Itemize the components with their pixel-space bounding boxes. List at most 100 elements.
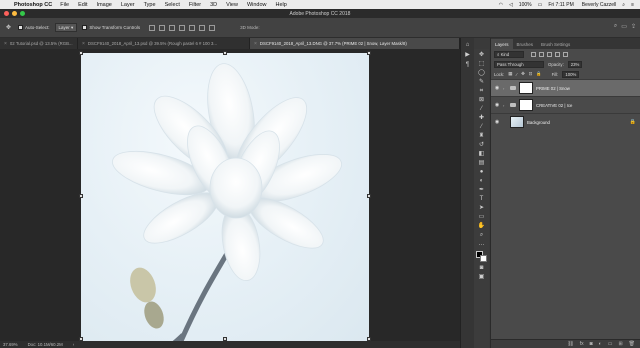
user-name[interactable]: Beverly Cazzell [582, 2, 616, 8]
crop-tool-icon[interactable]: ⌗ [477, 87, 486, 94]
more-tools-icon[interactable]: … [477, 240, 486, 247]
canvas-area[interactable] [0, 49, 460, 341]
layer-row[interactable]: ◉ › CREATIVE 02 | Ice [491, 96, 640, 113]
doc-tab[interactable]: × 02 Tutorial.psd @ 13.5% (RGB... [0, 38, 78, 49]
zoom-tool-icon[interactable]: ⌕ [477, 231, 486, 238]
layer-row[interactable]: ◉ Background 🔒 [491, 113, 640, 130]
wifi-icon[interactable]: ◠ [499, 2, 503, 8]
menu-help[interactable]: Help [276, 2, 287, 8]
new-layer-icon[interactable]: ⊞ [618, 341, 622, 347]
menu-type[interactable]: Type [144, 2, 156, 8]
align-right-icon[interactable] [199, 24, 206, 31]
battery-percent[interactable]: 100% [519, 2, 532, 8]
volume-icon[interactable]: ◁ [509, 2, 513, 8]
clone-stamp-tool-icon[interactable]: ♜ [477, 132, 486, 139]
align-top-icon[interactable] [149, 24, 156, 31]
visibility-eye-icon[interactable]: ◉ [494, 102, 500, 108]
type-tool-icon[interactable]: T [477, 195, 486, 202]
rectangle-tool-icon[interactable]: ▭ [477, 213, 486, 220]
battery-icon[interactable]: ▭ [538, 2, 543, 8]
tab-brushes[interactable]: Brushes [513, 39, 538, 49]
menu-3d[interactable]: 3D [210, 2, 217, 8]
close-tab-icon[interactable]: × [4, 41, 7, 47]
filter-shape-icon[interactable] [555, 51, 560, 57]
menu-window[interactable]: Window [247, 2, 267, 8]
background-color-swatch[interactable] [480, 255, 487, 262]
layer-mask-thumbnail[interactable] [519, 82, 533, 94]
menu-image[interactable]: Image [97, 2, 112, 8]
align-bottom-icon[interactable] [169, 24, 176, 31]
layer-thumbnail[interactable] [510, 116, 524, 128]
lock-artboard-icon[interactable]: ⊡ [529, 71, 533, 77]
clock[interactable]: Fri 7:11 PM [548, 2, 573, 8]
opacity-input[interactable]: 23% [567, 60, 583, 68]
transform-controls-checkbox[interactable]: Show Transform Controls [82, 25, 140, 30]
menu-view[interactable]: View [226, 2, 238, 8]
eraser-tool-icon[interactable]: ◧ [477, 150, 486, 157]
move-tool-icon[interactable]: ✥ [477, 51, 486, 58]
workspace-icon[interactable]: ▭ [621, 23, 627, 30]
new-group-icon[interactable]: ▭ [608, 341, 613, 347]
layer-name[interactable]: Background [527, 120, 550, 125]
document-image[interactable] [81, 53, 369, 341]
history-icon[interactable]: ⌂ [463, 41, 472, 48]
menu-layer[interactable]: Layer [121, 2, 135, 8]
lock-position-icon[interactable]: ✥ [521, 71, 525, 77]
screen-mode-icon[interactable]: ▣ [477, 273, 486, 280]
align-center-icon[interactable] [189, 24, 196, 31]
doc-tab-active[interactable]: × DSCF9140_2018_April_13.DNG @ 37.7% (PR… [250, 38, 460, 49]
auto-select-checkbox[interactable]: Auto-Select: [18, 25, 50, 30]
doc-tab[interactable]: × DSCF9140_2018_April_13.psd @ 39.5% (Ro… [78, 38, 250, 49]
align-left-icon[interactable] [179, 24, 186, 31]
lasso-tool-icon[interactable]: ◯ [477, 69, 486, 76]
link-layers-icon[interactable]: ⛓ [567, 341, 573, 347]
search-icon[interactable]: ⌕ [614, 23, 617, 30]
layer-name[interactable]: CREATIVE 02 | Ice [536, 103, 572, 108]
fill-input[interactable]: 100% [562, 70, 580, 78]
marquee-tool-icon[interactable]: ⬚ [477, 60, 486, 67]
menu-filter[interactable]: Filter [189, 2, 201, 8]
lock-pixels-icon[interactable]: ▦ [508, 71, 512, 77]
path-select-tool-icon[interactable]: ➤ [477, 204, 486, 211]
eyedropper-tool-icon[interactable]: ⁄ [477, 105, 486, 112]
layer-mask-thumbnail[interactable] [519, 99, 533, 111]
filter-pixel-icon[interactable] [531, 51, 536, 57]
menu-edit[interactable]: Edit [78, 2, 87, 8]
healing-tool-icon[interactable]: ✚ [477, 114, 486, 121]
close-tab-icon[interactable]: × [82, 41, 85, 47]
visibility-eye-icon[interactable]: ◉ [494, 119, 500, 125]
transform-handle[interactable] [79, 194, 83, 198]
close-window-icon[interactable] [4, 11, 9, 16]
move-tool-icon[interactable]: ✥ [4, 24, 13, 31]
adjustment-layer-icon[interactable]: ◐ [599, 341, 602, 347]
add-mask-icon[interactable]: ◙ [590, 341, 593, 347]
blur-tool-icon[interactable]: ● [477, 168, 486, 175]
brush-tool-icon[interactable]: ⁄ [477, 123, 486, 130]
frame-tool-icon[interactable]: ⊠ [477, 96, 486, 103]
blend-mode-dropdown[interactable]: Pass Through [494, 60, 544, 68]
chevron-right-icon[interactable]: › [503, 86, 507, 91]
transform-handle[interactable] [367, 194, 371, 198]
delete-layer-icon[interactable]: 🗑 [629, 341, 635, 347]
share-icon[interactable]: ⇪ [631, 23, 636, 30]
filter-kind-dropdown[interactable]: ⌕ Kind [494, 50, 524, 58]
tab-brush-settings[interactable]: Brush Settings [537, 39, 574, 49]
notification-icon[interactable]: ≡ [631, 2, 634, 8]
filter-type-icon[interactable] [547, 51, 552, 57]
tab-layers[interactable]: Layers [491, 39, 513, 49]
quick-mask-icon[interactable]: ◙ [477, 264, 486, 271]
transform-handle[interactable] [367, 51, 371, 55]
auto-select-dropdown[interactable]: Layer ▾ [54, 23, 78, 32]
layer-name[interactable]: PRIME 02 | Snow [536, 86, 570, 91]
app-menu[interactable]: Photoshop CC [14, 2, 52, 8]
align-middle-icon[interactable] [159, 24, 166, 31]
dodge-tool-icon[interactable]: ◐ [477, 177, 486, 184]
paragraph-icon[interactable]: ¶ [463, 61, 472, 68]
menu-file[interactable]: File [60, 2, 69, 8]
zoom-window-icon[interactable] [20, 11, 25, 16]
color-swatches[interactable] [476, 251, 487, 262]
lock-paint-icon[interactable]: ⁄ [516, 72, 517, 77]
lock-all-icon[interactable]: 🔒 [536, 71, 541, 77]
quick-select-tool-icon[interactable]: ✎ [477, 78, 486, 85]
visibility-eye-icon[interactable]: ◉ [494, 85, 500, 91]
